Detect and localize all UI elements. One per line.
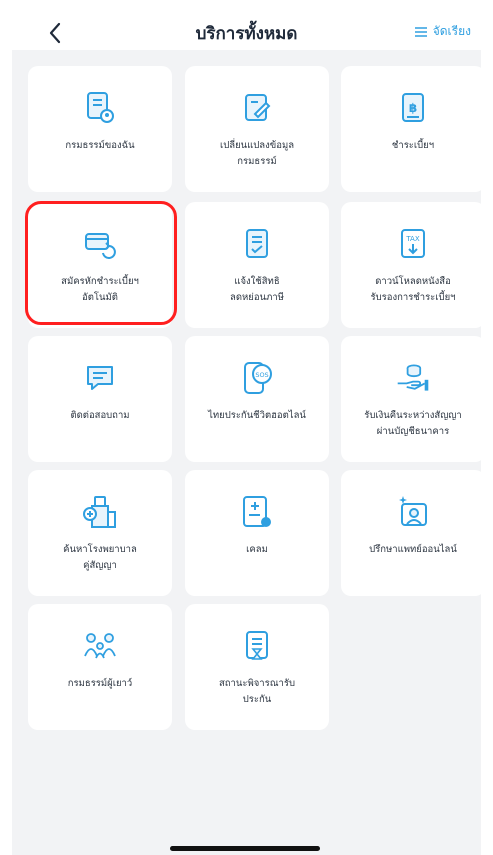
sort-button[interactable]: จัดเรียง	[414, 22, 471, 41]
baht-payment-icon: ฿	[395, 90, 431, 126]
family-icon	[82, 628, 118, 664]
tax-download-icon: TAX	[395, 226, 431, 262]
tile-hotline[interactable]: SOS ไทยประกันชีวิตฮอตไลน์	[185, 336, 329, 462]
tile-label: สถานะพิจารณารับ ประกัน	[218, 678, 296, 705]
tile-label: ไทยประกันชีวิตฮอตไลน์	[208, 410, 306, 421]
tile-contact-us[interactable]: ติดต่อสอบถาม	[28, 336, 172, 462]
tile-label: กรมธรรม์ของฉัน	[65, 140, 135, 151]
tile-pay-premium[interactable]: ฿ ชำระเบี้ยฯ	[341, 66, 485, 192]
svg-text:฿: ฿	[409, 101, 417, 115]
tile-label: ดาวน์โหลดหนังสือ รับรองการชำระเบี้ยฯ	[370, 276, 456, 303]
tile-label: สมัครหักชำระเบี้ยฯ อัตโนมัติ	[61, 276, 139, 303]
tile-find-hospital[interactable]: ค้นหาโรงพยาบาล คู่สัญญา	[28, 470, 172, 596]
tile-label: ติดต่อสอบถาม	[70, 410, 130, 421]
sort-label: จัดเรียง	[432, 24, 471, 38]
tile-underwriting-status[interactable]: สถานะพิจารณารับ ประกัน	[185, 604, 329, 730]
tile-label: แจ้งใช้สิทธิ ลดหย่อนภาษี	[230, 276, 284, 303]
doctor-online-icon	[395, 494, 431, 530]
tile-label: ชำระเบี้ยฯ	[391, 140, 435, 151]
edit-document-icon	[239, 90, 275, 126]
tile-download-certificate[interactable]: TAX ดาวน์โหลดหนังสือ รับรองการชำระเบี้ยฯ	[341, 202, 485, 328]
hospital-icon	[82, 494, 118, 530]
tile-doctor-online[interactable]: ปรึกษาแพทย์ออนไลน์	[341, 470, 485, 596]
menu-lines-icon	[414, 26, 427, 37]
home-indicator	[170, 846, 320, 851]
tile-label: รับเงินคืนระหว่างสัญญา ผ่านบัญชีธนาคาร	[364, 410, 462, 437]
policy-document-icon	[82, 90, 118, 126]
claim-document-icon	[239, 494, 275, 530]
hourglass-document-icon	[239, 628, 275, 664]
tile-label: ค้นหาโรงพยาบาล คู่สัญญา	[63, 544, 137, 571]
tile-refund-bank[interactable]: รับเงินคืนระหว่างสัญญา ผ่านบัญชีธนาคาร	[341, 336, 485, 462]
chat-bubble-icon	[82, 360, 118, 396]
tile-change-policy-info[interactable]: เปลี่ยนแปลงข้อมูล กรมธรรม์	[185, 66, 329, 192]
tile-label: กรมธรรม์ผู้เยาว์	[67, 678, 133, 689]
svg-text:TAX: TAX	[405, 235, 420, 243]
tile-my-policy[interactable]: กรมธรรม์ของฉัน	[28, 66, 172, 192]
tile-tax-deduction[interactable]: แจ้งใช้สิทธิ ลดหย่อนภาษี	[185, 202, 329, 328]
tile-label: ปรึกษาแพทย์ออนไลน์	[369, 544, 457, 555]
tile-label: เคลม	[246, 544, 268, 555]
tile-label: เปลี่ยนแปลงข้อมูล กรมธรรม์	[219, 140, 295, 167]
tile-claim[interactable]: เคลม	[185, 470, 329, 596]
hand-coins-icon	[395, 360, 431, 396]
tile-auto-debit[interactable]: สมัครหักชำระเบี้ยฯ อัตโนมัติ	[28, 202, 172, 328]
tile-youth-policy[interactable]: กรมธรรม์ผู้เยาว์	[28, 604, 172, 730]
sos-phone-icon: SOS	[239, 360, 275, 396]
svg-text:SOS: SOS	[255, 371, 268, 379]
tax-checklist-icon	[239, 226, 275, 262]
auto-debit-card-icon	[82, 226, 118, 262]
